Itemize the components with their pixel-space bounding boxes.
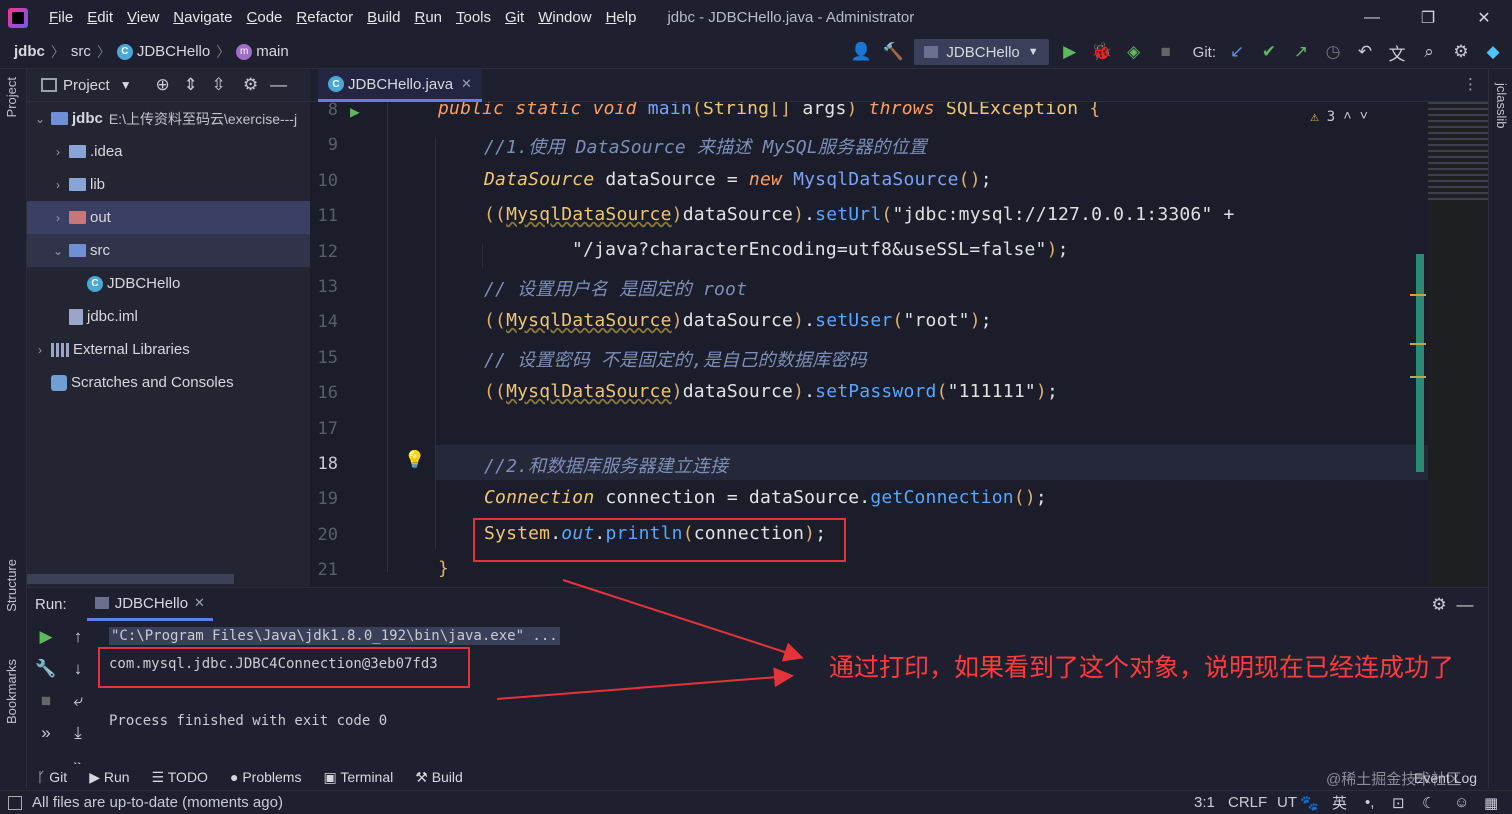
annotation-arrow-from-output [496,667,794,700]
annotation-text: 通过打印，如果看到了这个对象，说明现在已经连成功了 [829,653,1455,682]
annotation-arrow-from-code [562,579,804,662]
annotation-arrows [496,579,804,700]
